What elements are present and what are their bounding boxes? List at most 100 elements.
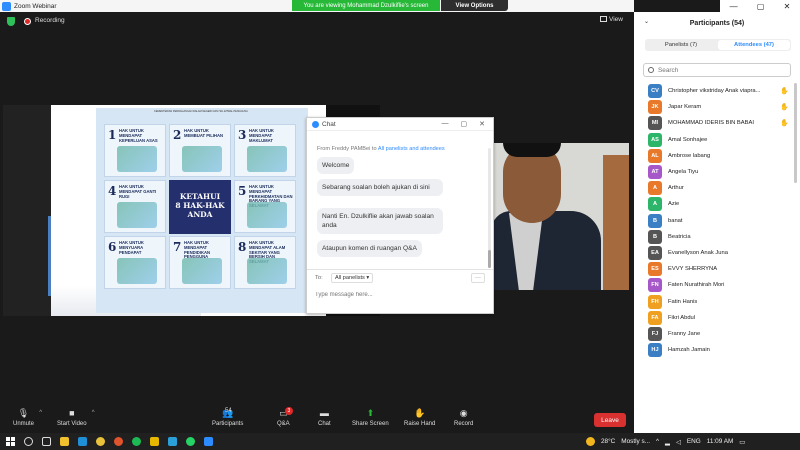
qa-button[interactable]: ▭ 3 Q&A <box>277 407 293 427</box>
participant-row[interactable]: AT Angela Tiyu <box>634 164 800 180</box>
chevron-up-icon[interactable]: ^ <box>39 410 42 416</box>
participant-row[interactable]: Bbanat <box>634 213 800 229</box>
view-options-button[interactable]: View Options <box>441 0 508 11</box>
chat-scrollbar[interactable] <box>488 148 491 268</box>
chat-close-button[interactable]: ✕ <box>479 120 485 128</box>
notification-icon[interactable]: ▭ <box>739 438 745 446</box>
hand-icon: ✋ <box>414 407 426 418</box>
share-screen-button[interactable]: ⬆ Share Screen <box>352 407 389 428</box>
windows-taskbar: 28°C Mostly s... ^ ▂ ◁ ENG 11:09 AM ▭ <box>0 433 800 450</box>
illustration-icon <box>182 146 222 172</box>
view-button[interactable]: View <box>600 16 623 23</box>
participant-name: Christopher vikstriday Anak viapra... <box>668 88 761 95</box>
participant-name: Arthur <box>668 185 684 192</box>
maximize-button[interactable]: ▢ <box>757 2 765 11</box>
participant-row[interactable]: FH Fatin Hanis <box>634 293 800 309</box>
share-screen-icon: ⬆ <box>366 407 375 418</box>
tab-attendees[interactable]: Attendees (47) <box>718 40 790 50</box>
recording-icon <box>24 18 31 25</box>
tray-chevron-icon[interactable]: ^ <box>656 438 659 445</box>
chat-from-line: From Freddy PAMBei to All panelists and … <box>317 146 445 152</box>
participant-row[interactable]: HJ Hamzah Jamain <box>634 342 800 358</box>
weather-sun-icon[interactable] <box>586 437 595 446</box>
start-video-button[interactable]: ■ ^ Start Video <box>57 408 95 427</box>
participant-row[interactable]: ES EVVY SHERRYNA <box>634 261 800 277</box>
illustration-icon <box>247 146 287 172</box>
task-view-icon[interactable] <box>42 437 51 446</box>
participant-row[interactable]: AL Ambrose labang <box>634 148 800 164</box>
participant-row[interactable]: FA Fikri Abdul <box>634 310 800 326</box>
search-icon <box>648 67 654 73</box>
avatar: B <box>648 229 662 244</box>
unmute-button[interactable]: 🎙 ^ Unmute <box>13 408 42 428</box>
participant-row[interactable]: JK Japar Keram ✋ <box>634 99 800 115</box>
raise-hand-button[interactable]: ✋ Raise Hand <box>404 407 435 428</box>
sticky-notes-icon[interactable] <box>150 437 159 446</box>
firefox-icon[interactable] <box>114 437 123 446</box>
security-shield-icon[interactable] <box>7 17 15 26</box>
raised-hand-icon: ✋ <box>780 88 789 96</box>
avatar: FN <box>648 278 662 293</box>
close-button[interactable]: ✕ <box>784 2 791 11</box>
weather-temp[interactable]: 28°C <box>601 438 615 445</box>
participant-row[interactable]: MI MOHAMMAD IDERIS BIN BABAI ✋ <box>634 115 800 131</box>
spotify-icon[interactable] <box>132 437 141 446</box>
tab-panelists[interactable]: Panelists (7) <box>645 39 717 51</box>
avatar: EA <box>648 245 662 260</box>
edge-icon[interactable] <box>78 437 87 446</box>
qa-icon: ▭ 3 <box>278 407 293 418</box>
participant-row[interactable]: A Azie <box>634 196 800 212</box>
participant-name: Amal Sonhajee <box>668 136 708 143</box>
volume-icon[interactable]: ◁ <box>676 438 681 446</box>
poster-right-7: 7 HAK UNTUK MENDAPAT PENDIDIKAN PENGGUNA <box>169 236 231 289</box>
record-button[interactable]: ◉ Record <box>454 408 473 428</box>
search-icon[interactable] <box>24 437 33 446</box>
participant-name: Beatricia <box>668 233 691 240</box>
window-title: Zoom Webinar <box>14 2 57 10</box>
chat-message: Welcome <box>317 157 355 175</box>
chat-more-button[interactable]: ··· <box>471 273 485 283</box>
clock[interactable]: 11:09 AM <box>707 438 734 445</box>
chat-window: Chat — ▢ ✕ From Freddy PAMBei to All pan… <box>306 117 494 314</box>
participant-name: Japar Keram <box>668 104 702 111</box>
zoom-chat-icon <box>312 120 319 128</box>
participant-name: EVVY SHERRYNA <box>668 266 718 273</box>
chevron-up-icon[interactable]: ^ <box>92 410 95 416</box>
participants-button[interactable]: 👥 54 Participants <box>212 408 243 428</box>
chrome-icon[interactable] <box>96 437 105 446</box>
search-input[interactable] <box>658 66 778 74</box>
participant-row[interactable]: FN Faten Nurathirah Mori <box>634 277 800 293</box>
participant-scrollbar[interactable] <box>794 83 797 183</box>
chat-maximize-button[interactable]: ▢ <box>461 120 468 128</box>
participant-row[interactable]: B Beatricia <box>634 229 800 245</box>
chevron-down-icon[interactable]: ⌄ <box>644 18 649 25</box>
leave-button[interactable]: Leave <box>594 413 626 427</box>
shared-screen-left-edge <box>3 105 51 316</box>
participant-row[interactable]: AS Amal Sonhajee <box>634 132 800 148</box>
chat-recipient-select[interactable]: All panelists ▾ <box>331 273 374 283</box>
participant-row[interactable]: FJ Franny Jane <box>634 326 800 342</box>
file-explorer-icon[interactable] <box>60 437 69 446</box>
chat-header[interactable]: Chat — ▢ ✕ <box>307 118 493 131</box>
avatar: JK <box>648 100 662 115</box>
participant-search[interactable] <box>643 63 791 77</box>
participant-row[interactable]: EA Evanellyson Anak Juna <box>634 245 800 261</box>
minimize-button[interactable]: — <box>730 2 738 11</box>
participant-row[interactable]: A Arthur <box>634 180 800 196</box>
zoom-taskbar-icon[interactable] <box>204 437 213 446</box>
telegram-icon[interactable] <box>168 437 177 446</box>
avatar: A <box>648 197 662 212</box>
weather-text[interactable]: Mostly s... <box>621 438 650 445</box>
poster-right-8: 8 HAK UNTUK MENDAPAT ALAM SEKITAR YANG B… <box>234 236 296 289</box>
avatar: CV <box>648 84 662 99</box>
illustration-icon <box>182 258 222 284</box>
language-indicator[interactable]: ENG <box>687 438 701 445</box>
network-icon[interactable]: ▂ <box>665 438 670 446</box>
participant-name: Fikri Abdul <box>668 314 696 321</box>
windows-start-icon[interactable] <box>6 437 15 446</box>
whatsapp-icon[interactable] <box>186 437 195 446</box>
chat-minimize-button[interactable]: — <box>442 120 449 128</box>
participant-row[interactable]: CV Christopher vikstriday Anak viapra... ✋ <box>634 83 800 99</box>
chat-message-input[interactable] <box>315 289 485 301</box>
chat-button[interactable]: ▬ Chat <box>318 408 331 427</box>
